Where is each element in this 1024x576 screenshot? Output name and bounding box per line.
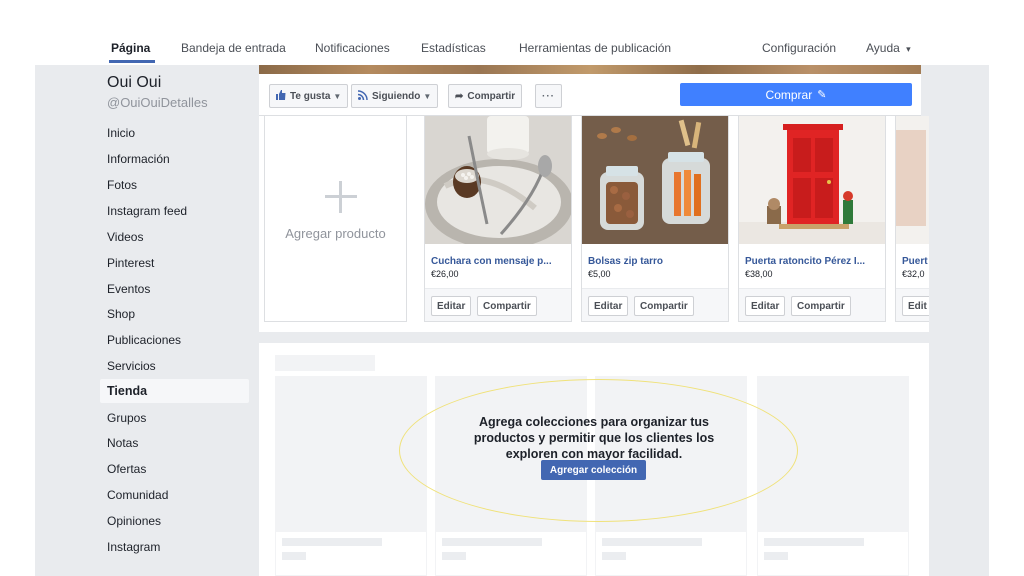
sidebar-item-opiniones[interactable]: Opiniones (107, 514, 161, 528)
more-options-button[interactable]: ··· (535, 84, 562, 108)
product-card[interactable]: Puert €32,0 Edit (895, 116, 929, 322)
share-button-label: Compartir (467, 90, 516, 102)
nav-tab-insights[interactable]: Estadísticas (421, 41, 486, 55)
rss-icon (357, 89, 368, 103)
page-top-nav: Página Bandeja de entrada Notificaciones… (0, 0, 1024, 65)
product-actions: Editar Compartir (582, 288, 728, 321)
sidebar-item-servicios[interactable]: Servicios (107, 359, 156, 373)
product-actions: Edit (896, 288, 929, 321)
edit-product-button[interactable]: Editar (588, 296, 629, 316)
share-product-button[interactable]: Compartir (791, 296, 851, 316)
chevron-down-icon: ▾ (906, 44, 911, 54)
product-card[interactable]: Cuchara con mensaje p... €26,00 Editar C… (424, 116, 572, 322)
sidebar-item-tienda[interactable]: Tienda (107, 384, 147, 398)
sidebar-item-ofertas[interactable]: Ofertas (107, 462, 146, 476)
share-button[interactable]: ➦ Compartir (448, 84, 523, 108)
add-product-card[interactable]: Agregar producto (264, 116, 407, 322)
product-price: €32,0 (902, 269, 925, 279)
sidebar-item-shop[interactable]: Shop (107, 307, 135, 321)
product-price: €26,00 (431, 269, 459, 279)
sidebar-item-comunidad[interactable]: Comunidad (107, 488, 168, 502)
following-button-label: Siguiendo (372, 90, 421, 102)
edit-product-button[interactable]: Edit (902, 296, 929, 316)
page-handle[interactable]: @OuiOuiDetalles (107, 95, 208, 110)
sidebar-item-notas[interactable]: Notas (107, 436, 138, 450)
nav-active-underline (109, 60, 155, 63)
product-image-spoon[interactable] (425, 116, 571, 244)
edit-product-button[interactable]: Editar (745, 296, 786, 316)
product-price: €5,00 (588, 269, 611, 279)
share-product-button[interactable]: Compartir (634, 296, 694, 316)
chevron-down-icon: ▼ (423, 91, 432, 101)
add-product-label: Agregar producto (285, 226, 386, 241)
chevron-down-icon: ▼ (333, 91, 342, 101)
sidebar-item-instagram-feed[interactable]: Instagram feed (107, 204, 187, 218)
product-card[interactable]: Puerta ratoncito Pérez I... €38,00 Edita… (738, 116, 886, 322)
product-name[interactable]: Bolsas zip tarro (588, 256, 663, 267)
product-image-mouse-door[interactable] (739, 116, 885, 244)
nav-tab-notifications[interactable]: Notificaciones (315, 41, 390, 55)
product-actions: Editar Compartir (425, 288, 571, 321)
sidebar-item-publicaciones[interactable]: Publicaciones (107, 333, 181, 347)
product-actions: Editar Compartir (739, 288, 885, 321)
product-image-zip-bags[interactable] (582, 116, 728, 244)
pencil-icon: ✎ (817, 89, 827, 101)
collections-empty-message: Agrega colecciones para organizar tus pr… (473, 415, 715, 461)
nav-tab-publishing-tools[interactable]: Herramientas de publicación (519, 41, 671, 55)
nav-tab-pagina[interactable]: Página (111, 41, 150, 55)
skeleton-collection-card (275, 376, 427, 576)
sidebar-item-informacion[interactable]: Información (107, 152, 170, 166)
product-name[interactable]: Cuchara con mensaje p... (431, 256, 552, 267)
cover-photo-strip (259, 65, 921, 74)
product-card[interactable]: Bolsas zip tarro €5,00 Editar Compartir (581, 116, 729, 322)
thumbs-up-icon (276, 89, 286, 103)
sidebar-item-inicio[interactable]: Inicio (107, 126, 135, 140)
product-name[interactable]: Puerta ratoncito Pérez I... (745, 256, 865, 267)
sidebar-item-grupos[interactable]: Grupos (107, 411, 146, 425)
page-name[interactable]: Oui Oui (107, 74, 161, 92)
nav-help-label: Ayuda (866, 41, 900, 55)
sidebar-item-instagram[interactable]: Instagram (107, 540, 160, 554)
edit-product-button[interactable]: Editar (431, 296, 472, 316)
buy-button[interactable]: Comprar ✎ (680, 83, 912, 106)
following-button[interactable]: Siguiendo ▼ (351, 84, 439, 108)
plus-icon (325, 181, 357, 213)
sidebar-item-eventos[interactable]: Eventos (107, 282, 150, 296)
share-product-button[interactable]: Compartir (477, 296, 537, 316)
products-panel: Agregar producto Cuchara con mensaje p..… (259, 116, 929, 332)
nav-settings[interactable]: Configuración (762, 41, 836, 55)
product-image-door-2[interactable] (896, 116, 929, 244)
add-collection-button[interactable]: Agregar colección (541, 460, 646, 480)
skeleton-title (275, 355, 375, 371)
nav-tab-inbox[interactable]: Bandeja de entrada (181, 41, 286, 55)
sidebar-item-videos[interactable]: Videos (107, 230, 143, 244)
sidebar-item-fotos[interactable]: Fotos (107, 178, 137, 192)
like-button-label: Te gusta (290, 90, 331, 102)
nav-help[interactable]: Ayuda ▾ (866, 41, 911, 55)
share-arrow-icon: ➦ (455, 90, 464, 102)
product-name[interactable]: Puert (902, 256, 928, 267)
like-button[interactable]: Te gusta ▼ (269, 84, 349, 108)
product-price: €38,00 (745, 269, 773, 279)
sidebar-item-pinterest[interactable]: Pinterest (107, 256, 154, 270)
buy-button-label: Comprar (765, 87, 813, 102)
